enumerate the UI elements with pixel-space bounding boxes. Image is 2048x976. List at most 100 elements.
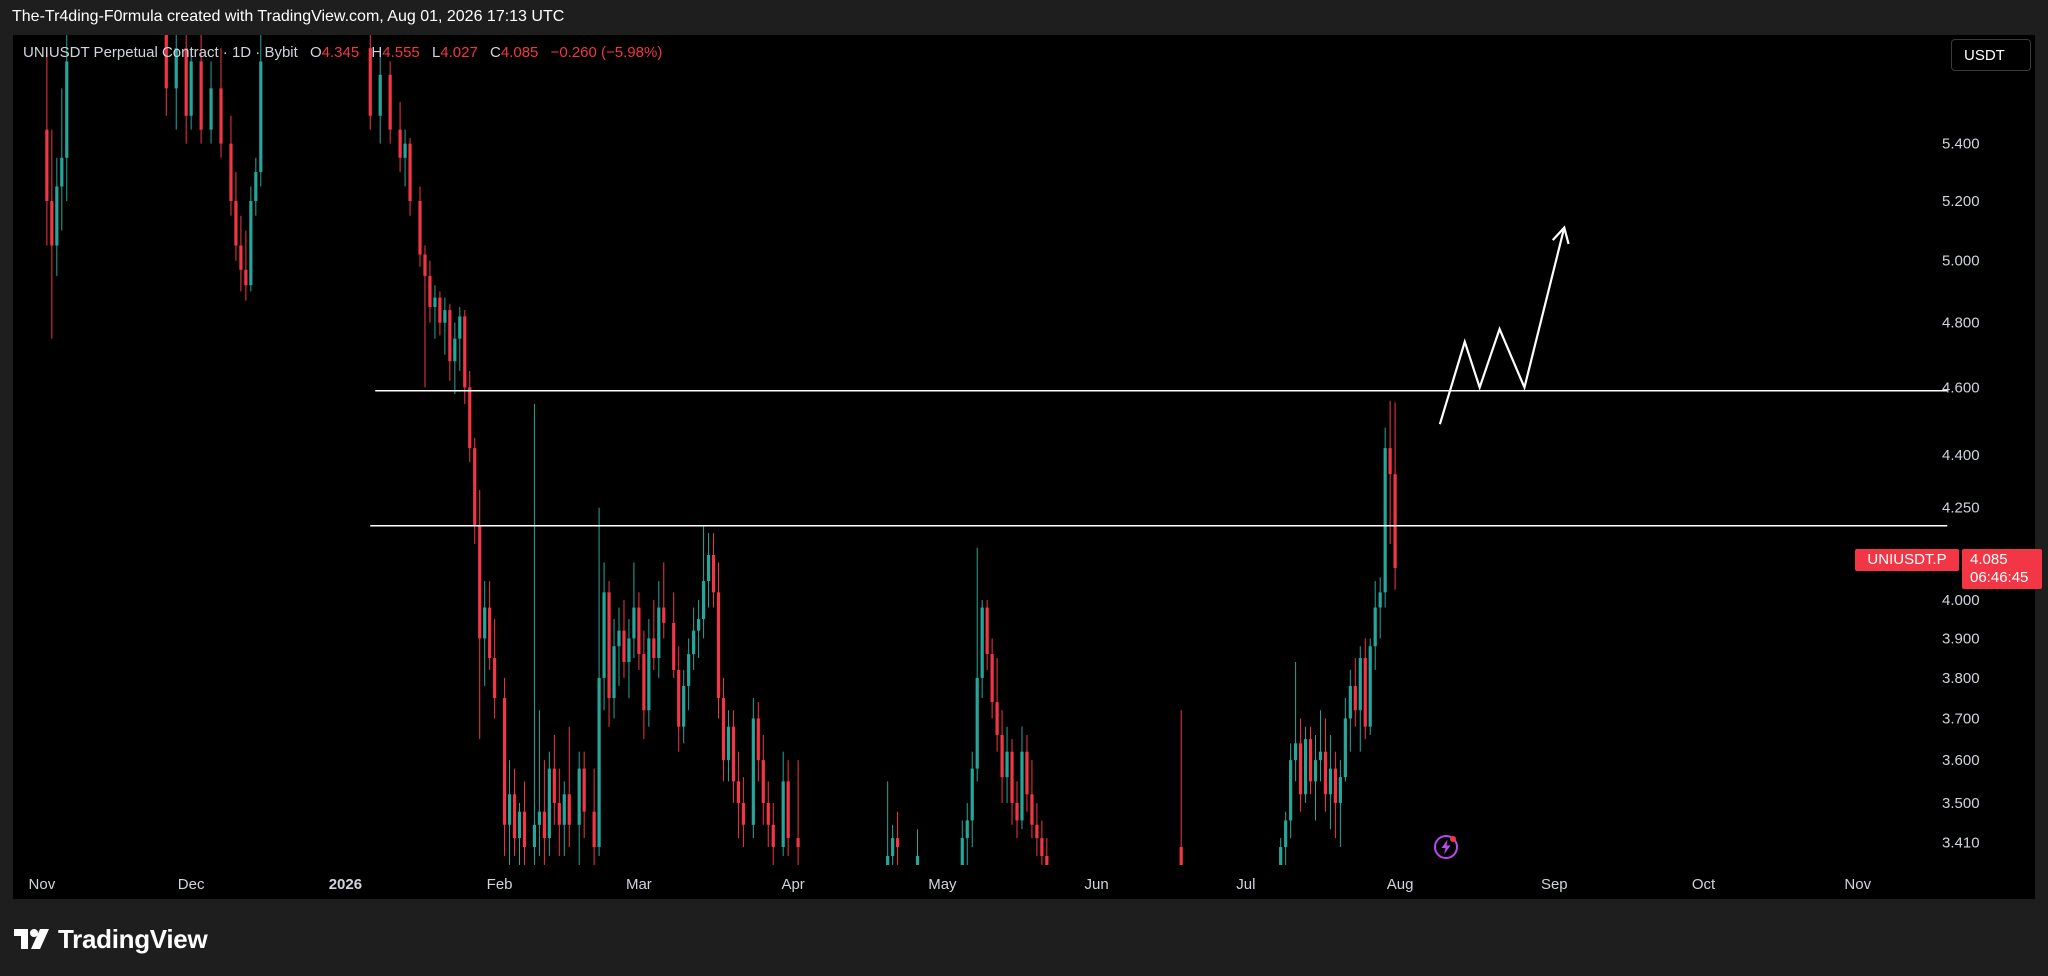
candle — [632, 562, 636, 659]
candle-body — [1333, 768, 1337, 803]
candle — [995, 658, 999, 752]
candle-body — [657, 607, 661, 659]
tradingview-wordmark: TradingView — [58, 924, 208, 954]
candle-body — [1353, 685, 1357, 711]
candle — [1313, 734, 1318, 821]
time-axis-label: Nov — [1844, 876, 1871, 893]
candle — [408, 138, 412, 216]
candle — [468, 370, 472, 462]
open-label: O — [309, 44, 322, 61]
candle-body — [960, 838, 964, 865]
candle-body — [1000, 734, 1004, 778]
candle — [234, 172, 238, 261]
price-axis-label: 3.500 — [1942, 795, 1980, 812]
candle — [796, 760, 800, 865]
candle-body — [418, 201, 422, 255]
candle — [517, 802, 522, 865]
candle — [1015, 781, 1019, 839]
candle-body — [502, 698, 507, 825]
candle-body — [189, 61, 193, 116]
candlestick-chart[interactable]: 5.400 5.200 5.000 4.800 4.600 4.400 4.250 4.000… — [13, 35, 2035, 899]
candle — [1303, 726, 1308, 803]
candle-body — [1303, 739, 1308, 795]
candle — [891, 824, 895, 865]
symbol-info: UNIUSDT Perpetual Contract · 1D · Bybit — [23, 44, 298, 61]
tradingview-logo[interactable]: TradingView — [14, 924, 208, 955]
candle — [1040, 820, 1044, 865]
chart-panel[interactable]: 5.400 5.200 5.000 4.800 4.600 4.400 4.250 4.000… — [13, 35, 2042, 899]
candle — [761, 734, 765, 825]
candle-body — [1298, 743, 1303, 795]
symbol-price-tag: UNIUSDT.P — [1855, 549, 1959, 571]
candle — [1373, 581, 1377, 670]
candle — [766, 781, 770, 848]
candle — [473, 437, 477, 544]
price-change: −0.260 (−5.98%) — [550, 44, 663, 61]
time-axis-label: Nov — [29, 876, 56, 893]
candle — [736, 751, 740, 839]
candle-body — [199, 61, 203, 130]
candle — [1368, 638, 1372, 735]
projection-path[interactable] — [1438, 227, 1566, 425]
candle-body — [567, 794, 571, 825]
candle-body — [1010, 751, 1014, 803]
candle — [1298, 718, 1303, 812]
price-axis-label: 3.600 — [1942, 752, 1980, 769]
candle — [647, 619, 651, 727]
candle — [552, 734, 556, 825]
candle — [1348, 669, 1352, 752]
candle-body — [1343, 718, 1347, 778]
candle — [607, 581, 611, 727]
candle-body — [512, 794, 517, 839]
candle-body — [1015, 802, 1019, 821]
candle — [726, 710, 731, 782]
candle-body — [597, 677, 601, 848]
candle — [622, 599, 626, 678]
candle-body — [537, 811, 541, 825]
candle — [612, 619, 616, 719]
candle — [672, 592, 676, 678]
candle-body — [1179, 847, 1183, 865]
candle — [458, 306, 462, 371]
candle — [597, 507, 601, 856]
candle — [781, 751, 785, 856]
lightning-bolt-icon[interactable] — [1432, 833, 1460, 861]
candle — [771, 802, 775, 865]
candle-body — [433, 297, 437, 307]
candle-body — [423, 254, 427, 276]
candle-body — [1040, 838, 1044, 856]
candle — [557, 768, 561, 856]
candle-body — [50, 201, 54, 246]
candle — [1388, 400, 1392, 544]
tradingview-logo-icon — [14, 928, 49, 949]
candle-body — [706, 554, 711, 582]
candle — [45, 48, 49, 246]
currency-button[interactable]: USDT — [1951, 39, 2031, 71]
candle — [975, 547, 979, 782]
price-axis-label: 4.800 — [1942, 315, 1980, 332]
candle — [239, 215, 243, 292]
candle — [388, 61, 392, 144]
candle-body — [716, 592, 721, 699]
candle-body — [1308, 739, 1313, 782]
candle — [50, 129, 54, 339]
candle — [219, 48, 223, 158]
open-value: 4.345 — [321, 44, 360, 61]
price-axis-label: 3.900 — [1942, 630, 1980, 647]
candle-body — [1378, 592, 1382, 608]
candle — [1353, 658, 1357, 727]
candle-body — [751, 718, 755, 825]
candle-body — [1338, 777, 1342, 803]
chart-attribution: The-Tr4ding-F0rmula created with Trading… — [12, 8, 565, 25]
time-axis-label: May — [928, 876, 957, 893]
candle — [562, 781, 566, 856]
candle-body — [697, 619, 701, 631]
time-axis-label: Dec — [178, 876, 205, 893]
candle — [721, 677, 726, 782]
candle — [756, 702, 760, 782]
candle-body — [542, 811, 546, 839]
candle — [741, 777, 745, 848]
price-axis-label: 4.250 — [1942, 500, 1980, 517]
candle — [1338, 760, 1342, 848]
candle — [512, 768, 517, 856]
